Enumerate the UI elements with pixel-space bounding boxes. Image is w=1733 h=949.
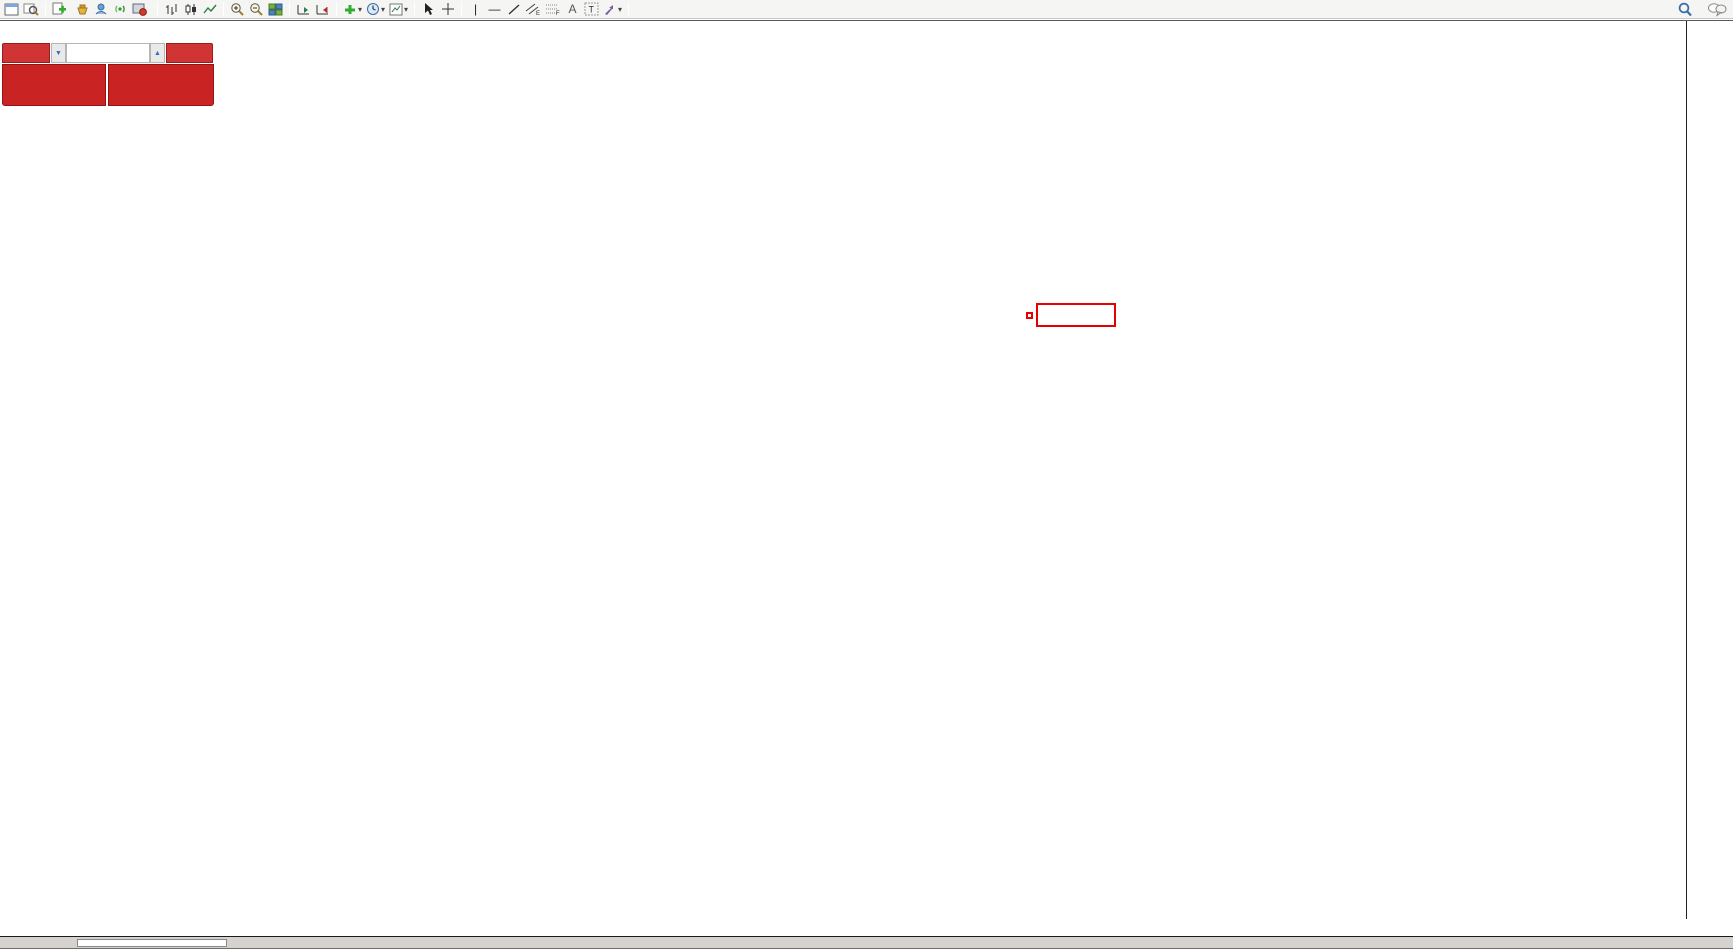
dropdown-caret-icon: ▾	[404, 5, 408, 14]
toolbar-separator	[336, 2, 337, 16]
toolbar-separator	[414, 2, 415, 16]
toolbar-group-cursor	[419, 0, 457, 19]
chart-symbol-header	[6, 27, 17, 41]
chart-shift-icon[interactable]	[294, 1, 313, 18]
crosshair-icon[interactable]	[438, 1, 457, 18]
toolbar-separator	[45, 2, 46, 16]
styles-bucket-icon[interactable]	[73, 1, 92, 18]
svg-text:E: E	[536, 11, 540, 16]
line-chart-icon[interactable]	[200, 1, 219, 18]
toolbar-separator	[223, 2, 224, 16]
auto-trading-icon[interactable]	[130, 1, 149, 18]
volume-increase-button[interactable]: ▲	[150, 43, 165, 63]
strategy-tester-icon[interactable]	[21, 1, 41, 18]
mql5-community-icon[interactable]	[92, 1, 111, 18]
price-chart-canvas[interactable]	[0, 21, 1686, 919]
toolbar-group-scroll	[294, 0, 332, 19]
sell-button[interactable]	[2, 43, 50, 63]
trendline-icon[interactable]	[504, 1, 523, 18]
svg-text:F: F	[556, 11, 560, 16]
fibonacci-icon[interactable]: F	[543, 1, 563, 18]
one-click-trading-panel: ▼ ▲	[2, 43, 214, 106]
periods-clock-icon[interactable]: ▾	[364, 1, 387, 18]
price-axis	[1686, 21, 1733, 919]
bottom-status-strip	[0, 936, 1733, 949]
search-icon[interactable]	[1675, 1, 1695, 18]
toolbar-group-zoom	[228, 0, 285, 19]
volume-input[interactable]	[66, 43, 150, 63]
auto-scroll-icon[interactable]	[313, 1, 332, 18]
mt4-trading-app: ▾ ▾ ▾ | — E F A T ▾	[0, 0, 1733, 949]
status-inset-box	[77, 939, 227, 947]
chart-window: ▼ ▲	[0, 20, 1733, 936]
toolbar-group-indicators: ▾ ▾ ▾	[341, 0, 410, 19]
bar-chart-icon[interactable]	[162, 1, 181, 18]
equidistant-channel-icon[interactable]: E	[523, 1, 543, 18]
indicators-icon[interactable]: ▾	[341, 1, 364, 18]
macd-indicator-label	[3, 606, 6, 618]
toolbar-separator	[289, 2, 290, 16]
callout-anchor-square	[1026, 312, 1033, 319]
price-callout-box[interactable]	[1036, 303, 1116, 327]
candlestick-chart-icon[interactable]	[181, 1, 200, 18]
toolbar-group-chart-type	[162, 0, 219, 19]
arrows-objects-icon[interactable]: ▾	[601, 1, 624, 18]
toolbar-group-trading	[50, 0, 153, 19]
cursor-icon[interactable]	[419, 1, 438, 18]
buy-button[interactable]	[166, 43, 213, 63]
horizontal-line-icon[interactable]: —	[485, 1, 504, 18]
toolbar-right-group	[1675, 0, 1729, 19]
new-chart-window-icon[interactable]	[2, 1, 21, 18]
text-icon[interactable]: A	[563, 1, 582, 18]
volume-spinner: ▼ ▲	[51, 43, 165, 63]
dropdown-caret-icon: ▾	[381, 5, 385, 14]
chat-icon[interactable]	[1705, 1, 1729, 18]
dropdown-caret-icon: ▾	[358, 5, 362, 14]
dropdown-caret-icon: ▾	[618, 5, 622, 14]
sell-price-block[interactable]	[2, 64, 106, 106]
new-order-icon[interactable]	[50, 1, 69, 18]
vertical-line-icon[interactable]: |	[466, 1, 485, 18]
zoom-in-icon[interactable]	[228, 1, 247, 18]
templates-icon[interactable]: ▾	[387, 1, 410, 18]
main-toolbar: ▾ ▾ ▾ | — E F A T ▾	[0, 0, 1733, 19]
svg-text:T: T	[589, 5, 595, 15]
zoom-out-icon[interactable]	[247, 1, 266, 18]
toolbar-separator	[157, 2, 158, 16]
buy-price-block[interactable]	[108, 64, 214, 106]
tile-windows-icon[interactable]	[266, 1, 285, 18]
text-label-icon[interactable]: T	[582, 1, 601, 18]
date-axis	[0, 919, 1733, 937]
rsi-indicator-label	[3, 776, 6, 788]
toolbar-separator	[461, 2, 462, 16]
toolbar-group-windows	[2, 0, 41, 19]
toolbar-separator	[628, 2, 629, 16]
volume-decrease-button[interactable]: ▼	[51, 43, 66, 63]
toolbar-group-objects: | — E F A T ▾	[466, 0, 624, 19]
signals-icon[interactable]	[111, 1, 130, 18]
